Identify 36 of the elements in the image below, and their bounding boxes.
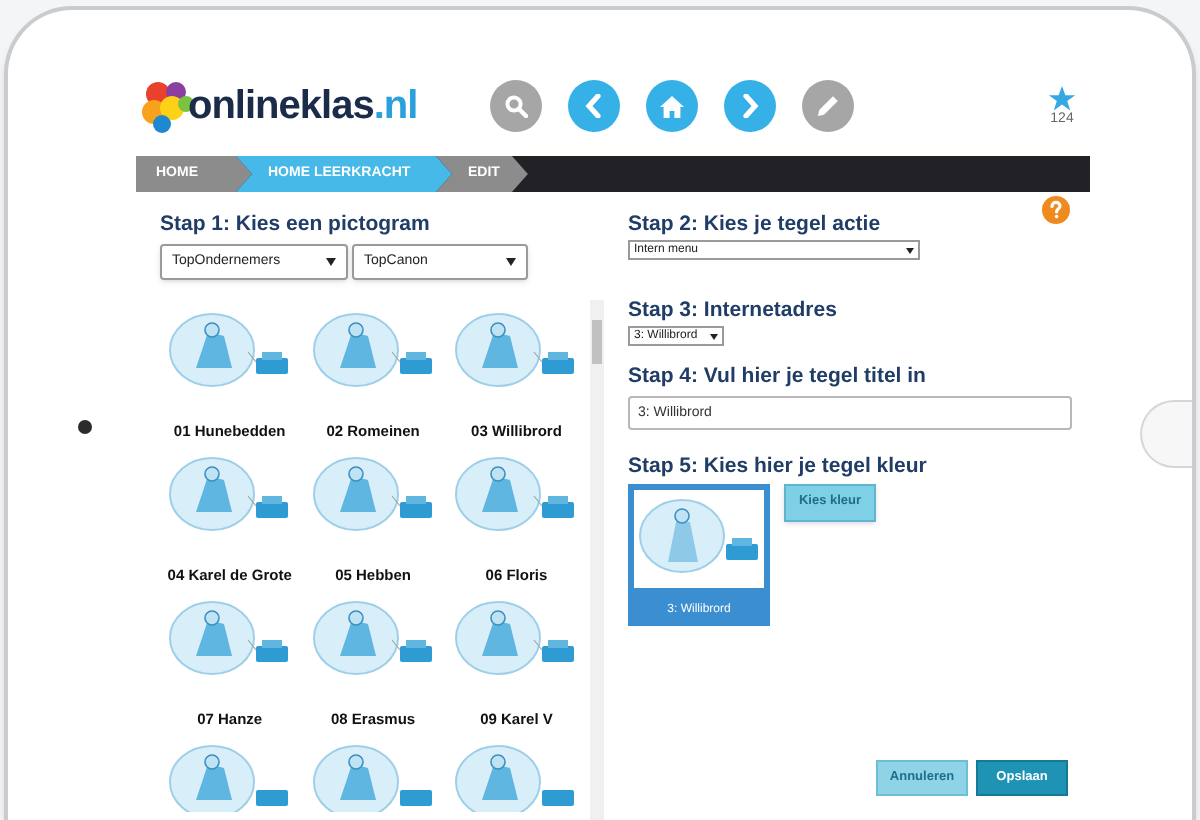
step-heading: Stap 1: Kies een pictogram bbox=[160, 212, 432, 239]
pictogram-illustration[interactable] bbox=[454, 744, 579, 813]
dropdown-caret-icon bbox=[326, 258, 336, 267]
scrollbar-thumb[interactable] bbox=[592, 320, 603, 365]
step-heading: Stap 2: Kies je tegel actie bbox=[628, 212, 883, 239]
forward-button[interactable] bbox=[724, 80, 776, 132]
search-icon bbox=[504, 94, 528, 118]
pictogram-illustration[interactable] bbox=[167, 744, 292, 813]
pictogram-illustration[interactable] bbox=[167, 312, 292, 393]
step-heading: Stap 4: Vul hier je tegel titel in bbox=[628, 364, 928, 391]
home-icon bbox=[660, 95, 684, 117]
pencil-icon bbox=[816, 94, 840, 118]
pictogram-illustration[interactable] bbox=[167, 456, 292, 537]
pictogram-illustration[interactable] bbox=[454, 600, 579, 681]
pictogram-illustration[interactable] bbox=[167, 600, 292, 681]
scrollbar[interactable] bbox=[590, 300, 604, 820]
tile-illustration bbox=[637, 498, 761, 578]
pictogram-illustration[interactable] bbox=[311, 600, 436, 681]
help-icon[interactable] bbox=[1042, 196, 1070, 224]
pictogram-illustration[interactable] bbox=[454, 456, 579, 537]
logo-text[interactable]: onlineklas.nl bbox=[188, 76, 418, 136]
pictogram-illustration[interactable] bbox=[454, 312, 579, 393]
camera-icon bbox=[78, 420, 92, 434]
step-heading: Stap 5: Kies hier je tegel kleur bbox=[628, 454, 929, 481]
dropdown-caret-icon bbox=[506, 258, 516, 267]
star-icon[interactable] bbox=[1048, 86, 1076, 112]
pictogram-illustration[interactable] bbox=[311, 744, 436, 813]
chevron-left-icon bbox=[584, 94, 604, 118]
pictogram-illustration[interactable] bbox=[311, 312, 436, 393]
step-heading: Stap 3: Internetadres bbox=[628, 298, 839, 325]
home-button[interactable] bbox=[646, 80, 698, 132]
chevron-right-icon bbox=[740, 94, 760, 118]
dropdown-caret-icon bbox=[710, 333, 718, 340]
back-button[interactable] bbox=[568, 80, 620, 132]
dropdown-caret-icon bbox=[906, 247, 914, 254]
pictogram-illustration[interactable] bbox=[311, 456, 436, 537]
